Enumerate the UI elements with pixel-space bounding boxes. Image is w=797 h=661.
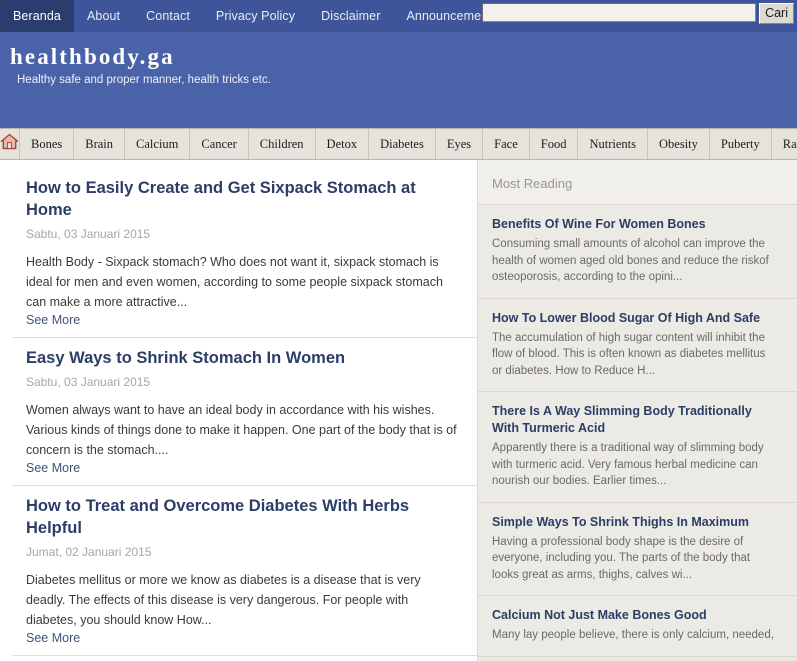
widget-title-most-reading: Most Reading <box>478 160 797 205</box>
site-tagline: Healthy safe and proper manner, health t… <box>17 74 271 86</box>
post-excerpt: Health Body - Sixpack stomach? Who does … <box>26 255 443 309</box>
most-reading-item: Calcium Not Just Make Bones Good Many lay… <box>478 596 797 657</box>
category-item-children[interactable]: Children <box>249 129 316 159</box>
category-item-calcium[interactable]: Calcium <box>125 129 191 159</box>
category-item-brain[interactable]: Brain <box>74 129 126 159</box>
category-item-obesity[interactable]: Obesity <box>648 129 710 159</box>
most-reading-list: Benefits Of Wine For Women Bones Consumin… <box>478 205 797 657</box>
post-see-more-link[interactable]: See More <box>26 313 461 327</box>
post-entry: Easy Ways to Shrink Stomach In Women Sabt… <box>12 338 477 486</box>
category-item-nutrients[interactable]: Nutrients <box>578 129 648 159</box>
category-item-bones[interactable]: Bones <box>20 129 75 159</box>
post-excerpt: Diabetes mellitus or more we know as dia… <box>26 573 421 627</box>
most-reading-item-snippet: Apparently there is a traditional way of… <box>492 442 764 487</box>
most-reading-item: Benefits Of Wine For Women Bones Consumin… <box>478 205 797 299</box>
post-title[interactable]: How to Easily Create and Get Sixpack Sto… <box>26 177 461 221</box>
site-title: healthbody.ga <box>10 44 175 69</box>
post-excerpt: Women always want to have an ideal body … <box>26 403 457 457</box>
post-entry: How to Treat and Overcome Diabetes With … <box>12 486 477 656</box>
post-see-more-link[interactable]: See More <box>26 461 461 475</box>
top-navigation-bar: Beranda About Contact Privacy Policy Disclai… <box>0 0 797 32</box>
category-navigation-bar: Bones Brain Calcium Cancer Children Detox Diab… <box>0 128 797 160</box>
category-item-face[interactable]: Face <box>483 129 530 159</box>
most-reading-item-snippet: The accumulation of high sugar content w… <box>492 331 766 377</box>
most-reading-item-title[interactable]: How To Lower Blood Sugar Of High And Saf… <box>492 310 775 327</box>
most-reading-item-snippet: Consuming small amounts of alcohol can i… <box>492 238 769 283</box>
most-reading-item-title[interactable]: Simple Ways To Shrink Thighs In Maximum <box>492 514 775 531</box>
category-item-food[interactable]: Food <box>530 129 579 159</box>
main-content-column: How to Easily Create and Get Sixpack Sto… <box>0 160 478 661</box>
most-reading-item: Simple Ways To Shrink Thighs In Maximum H… <box>478 503 797 596</box>
topnav-item-disclaimer[interactable]: Disclaimer <box>308 0 393 32</box>
search-input[interactable] <box>482 3 757 22</box>
most-reading-item-snippet: Having a professional body shape is the … <box>492 535 751 581</box>
site-header-banner: healthbody.ga Healthy safe and proper ma… <box>0 32 797 128</box>
most-reading-item: How To Lower Blood Sugar Of High And Saf… <box>478 299 797 392</box>
category-item-diabetes[interactable]: Diabetes <box>369 129 436 159</box>
topnav-item-contact[interactable]: Contact <box>133 0 203 32</box>
most-reading-item-snippet: Many lay people believe, there is only c… <box>492 629 774 641</box>
post-date: Sabtu, 03 Januari 2015 <box>26 375 151 389</box>
page-body: How to Easily Create and Get Sixpack Sto… <box>0 160 797 661</box>
search-area: Cari <box>482 3 797 27</box>
post-see-more-link[interactable]: See More <box>26 631 461 645</box>
topnav-item-beranda[interactable]: Beranda <box>0 0 74 32</box>
post-date: Jumat, 02 Januari 2015 <box>26 545 152 559</box>
category-item-detox[interactable]: Detox <box>316 129 370 159</box>
category-item-raise-body[interactable]: Raise Body <box>772 129 797 159</box>
sidebar-column: Most Reading Benefits Of Wine For Women … <box>478 160 797 661</box>
post-title[interactable]: Easy Ways to Shrink Stomach In Women <box>26 347 461 369</box>
search-submit-button[interactable]: Cari <box>759 3 794 24</box>
most-reading-item-title[interactable]: There Is A Way Slimming Body Traditional… <box>492 403 775 437</box>
category-item-cancer[interactable]: Cancer <box>190 129 249 159</box>
most-reading-item-title[interactable]: Calcium Not Just Make Bones Good <box>492 607 775 624</box>
post-date: Sabtu, 03 Januari 2015 <box>26 227 151 241</box>
post-entry: How to Easily Create and Get Sixpack Sto… <box>12 168 477 338</box>
post-title[interactable]: How to Treat and Overcome Diabetes With … <box>26 495 461 539</box>
topnav-item-privacy-policy[interactable]: Privacy Policy <box>203 0 308 32</box>
category-item-puberty[interactable]: Puberty <box>710 129 772 159</box>
home-icon <box>0 133 19 155</box>
most-reading-item-title[interactable]: Benefits Of Wine For Women Bones <box>492 216 775 233</box>
most-reading-item: There Is A Way Slimming Body Traditional… <box>478 392 797 503</box>
home-button[interactable] <box>0 129 20 159</box>
category-item-eyes[interactable]: Eyes <box>436 129 484 159</box>
top-menu: Beranda About Contact Privacy Policy Disclai… <box>0 0 505 32</box>
topnav-item-about[interactable]: About <box>74 0 133 32</box>
